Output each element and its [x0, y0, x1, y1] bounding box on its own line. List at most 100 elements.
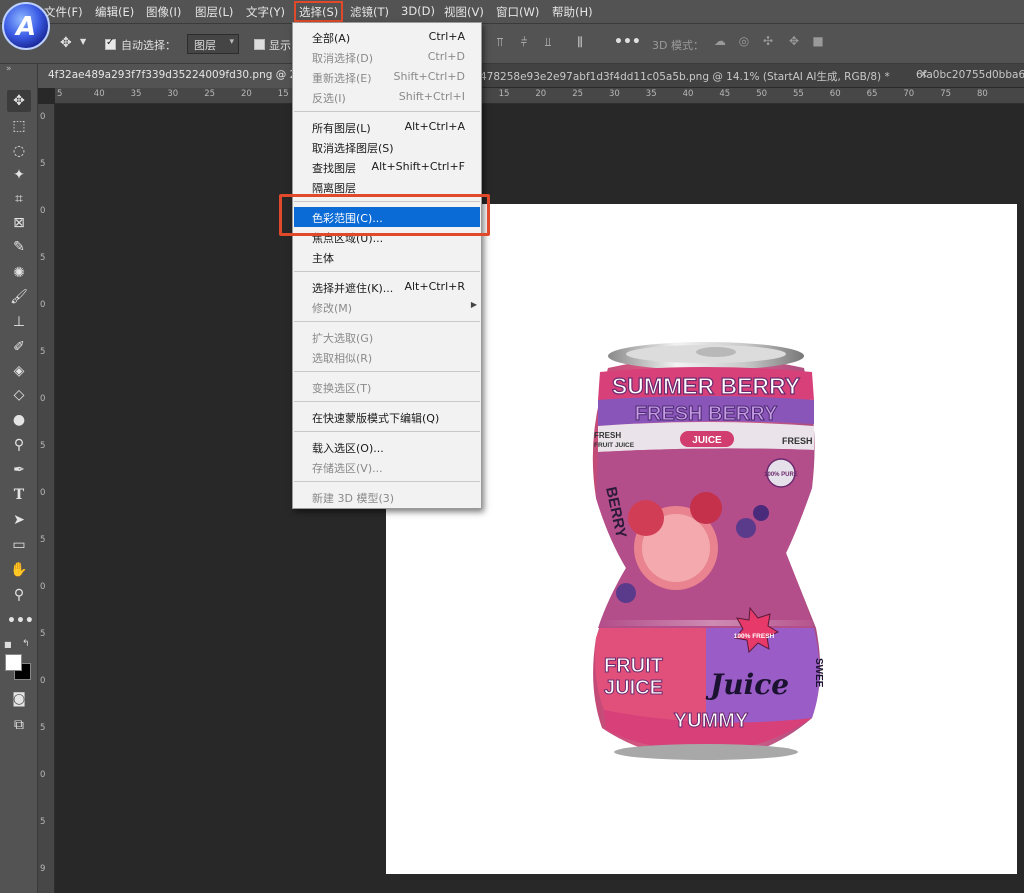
menu-item-transform-selection[interactable]: 变换选区(T) — [294, 377, 480, 397]
menu-item-load-selection[interactable]: 载入选区(O)... — [294, 437, 480, 457]
vertical-ruler[interactable]: 0 5 0 5 0 5 0 5 0 5 0 5 0 5 0 5 9 — [38, 104, 55, 893]
default-colors-icon[interactable]: ■ — [4, 640, 12, 649]
can-strawberry-1 — [628, 500, 664, 536]
menu-image[interactable]: 图像(I) — [146, 4, 181, 20]
menu-window[interactable]: 窗口(W) — [496, 4, 539, 20]
eyedropper-tool-icon[interactable]: ✎ — [7, 236, 31, 258]
menu-item-subject[interactable]: 主体 — [294, 247, 480, 267]
lasso-tool-icon[interactable]: ◌ — [7, 140, 31, 162]
auto-select-checkbox[interactable] — [105, 37, 116, 50]
menu-item-label: 隔离图层 — [312, 182, 356, 195]
menu-item-grow[interactable]: 扩大选取(G) — [294, 327, 480, 347]
ruler-top-label: 25 — [572, 89, 584, 99]
more-tools-icon[interactable]: ••• — [7, 610, 34, 632]
menu-item-shortcut: Ctrl+A — [428, 30, 465, 43]
menu-3d[interactable]: 3D(D) — [401, 4, 435, 18]
3d-orbit-icon[interactable]: ☁ — [712, 34, 728, 50]
menu-edit[interactable]: 编辑(E) — [95, 4, 134, 20]
brush-tool-icon[interactable]: 🖌 — [7, 286, 31, 308]
app-logo-icon[interactable]: A — [2, 2, 50, 50]
paint-bucket-tool-icon[interactable]: ◇ — [7, 384, 31, 406]
menu-item-deselect-layers[interactable]: 取消选择图层(S) — [294, 137, 480, 157]
3d-pan-icon[interactable]: ✣ — [760, 34, 776, 50]
menu-select[interactable]: 选择(S) — [294, 1, 344, 22]
can-fresh-star-text: 100% FRESH — [734, 633, 775, 640]
ruler-top-label: 15 — [277, 89, 289, 99]
marquee-tool-icon[interactable]: ⬚ — [7, 115, 31, 137]
menu-item-shortcut: Alt+Shift+Ctrl+F — [371, 160, 465, 173]
can-bottom-rim — [614, 744, 798, 760]
3d-roll-icon[interactable]: ◎ — [736, 34, 752, 50]
menu-filter[interactable]: 滤镜(T) — [350, 4, 389, 20]
can-fruit-text: FRUIT — [604, 655, 663, 677]
menu-type[interactable]: 文字(Y) — [246, 4, 285, 20]
hand-tool-icon[interactable]: ✋ — [7, 559, 31, 581]
align-vcenter-icon[interactable]: ⫩ — [517, 35, 531, 49]
crop-tool-icon[interactable]: ⌗ — [7, 188, 31, 210]
menu-item-reselect[interactable]: 重新选择(E) Shift+Ctrl+D — [294, 67, 480, 87]
horizontal-ruler[interactable]: 5403530252015105051015202530354045505560… — [55, 88, 1024, 104]
screen-mode-icon[interactable]: ⧉ — [7, 714, 31, 736]
auto-select-target-dropdown[interactable]: 图层 ▾ — [187, 34, 239, 54]
tab-document-3[interactable]: 6fa0bc20755d0bba6 — [906, 64, 1024, 88]
more-options-icon[interactable]: ••• — [614, 34, 641, 50]
dodge-tool-icon[interactable]: ⚲ — [7, 434, 31, 456]
menu-item-select-and-mask[interactable]: 选择并遮住(K)... Alt+Ctrl+R — [294, 277, 480, 297]
menu-item-label: 载入选区(O)... — [312, 442, 384, 455]
menu-item-color-range[interactable]: 色彩范围(C)... — [294, 207, 480, 227]
menu-item-find-layers[interactable]: 查找图层 Alt+Shift+Ctrl+F — [294, 157, 480, 177]
menu-item-save-selection[interactable]: 存储选区(V)... — [294, 457, 480, 477]
collapse-panel-icon[interactable]: » — [6, 64, 12, 74]
magic-wand-tool-icon[interactable]: ✦ — [7, 164, 31, 186]
3d-camera-icon[interactable]: ■ — [810, 34, 826, 50]
menu-view[interactable]: 视图(V) — [444, 4, 484, 20]
rectangle-tool-icon[interactable]: ▭ — [7, 534, 31, 556]
menu-file[interactable]: 文件(F) — [44, 4, 83, 20]
distribute-icon[interactable]: ⫼ — [573, 35, 587, 49]
ruler-top-label: 20 — [535, 89, 547, 99]
menu-item-label: 查找图层 — [312, 162, 356, 175]
ruler-left-label: 0 — [40, 206, 46, 216]
menu-item-select-all[interactable]: 全部(A) Ctrl+A — [294, 27, 480, 47]
menu-layer[interactable]: 图层(L) — [195, 4, 233, 20]
tab-document-2[interactable]: 478258e93e2e97abf1d3f4dd11c05a5b.png @ 1… — [470, 64, 925, 88]
can-blueberry-3 — [616, 583, 636, 603]
auto-select-label: 自动选择： — [121, 39, 176, 52]
clone-stamp-tool-icon[interactable]: ⊥ — [7, 311, 31, 333]
ruler-top-label: 55 — [793, 89, 804, 99]
menu-item-similar[interactable]: 选取相似(R) — [294, 347, 480, 367]
menu-item-label: 取消选择(D) — [312, 52, 374, 65]
type-tool-icon[interactable]: T — [7, 484, 31, 506]
eraser-tool-icon[interactable]: ◈ — [7, 360, 31, 382]
menu-item-inverse[interactable]: 反选(I) Shift+Ctrl+I — [294, 87, 480, 107]
align-top-icon[interactable]: ⫪ — [493, 35, 507, 49]
juice-can-image: SUMMER BERRY FRESH BERRY FRESH FRUIT JUI… — [592, 342, 826, 760]
menu-item-new-3d-model[interactable]: 新建 3D 模型(3) — [294, 487, 480, 507]
frame-tool-icon[interactable]: ⊠ — [7, 212, 31, 234]
ruler-left-label: 0 — [40, 112, 46, 122]
menu-item-modify[interactable]: 修改(M) ▶ — [294, 297, 480, 317]
menu-item-isolate-layers[interactable]: 隔离图层 — [294, 177, 480, 197]
menu-item-deselect[interactable]: 取消选择(D) Ctrl+D — [294, 47, 480, 67]
show-transform-checkbox[interactable] — [254, 39, 265, 50]
3d-slide-icon[interactable]: ✥ — [786, 34, 802, 50]
menu-help[interactable]: 帮助(H) — [552, 4, 593, 20]
pen-tool-icon[interactable]: ✒ — [7, 459, 31, 481]
tab-document-1[interactable]: 4f32ae489a293f7f339d35224009fd30.png @ 2 — [38, 64, 298, 88]
align-bottom-icon[interactable]: ⫫ — [541, 35, 555, 49]
blur-tool-icon[interactable]: ● — [7, 409, 31, 431]
move-tool-icon[interactable]: ✥ — [7, 90, 31, 112]
move-tool-icon[interactable]: ✥ — [60, 35, 72, 51]
menu-item-quick-mask-edit[interactable]: 在快速蒙版模式下编辑(Q) — [294, 407, 480, 427]
3d-mode-label: 3D 模式： — [652, 39, 704, 52]
zoom-tool-icon[interactable]: ⚲ — [7, 584, 31, 606]
swap-colors-icon[interactable]: ↰ — [22, 639, 30, 649]
healing-brush-tool-icon[interactable]: ✺ — [7, 262, 31, 284]
menu-item-focus-area[interactable]: 焦点区域(U)... — [294, 227, 480, 247]
quick-mask-icon[interactable]: ◙ — [7, 688, 31, 710]
chevron-down-icon[interactable]: ▼ — [80, 37, 86, 46]
foreground-color-swatch[interactable] — [5, 654, 22, 671]
menu-item-all-layers[interactable]: 所有图层(L) Alt+Ctrl+A — [294, 117, 480, 137]
history-brush-tool-icon[interactable]: ✐ — [7, 336, 31, 358]
path-selection-tool-icon[interactable]: ➤ — [7, 509, 31, 531]
